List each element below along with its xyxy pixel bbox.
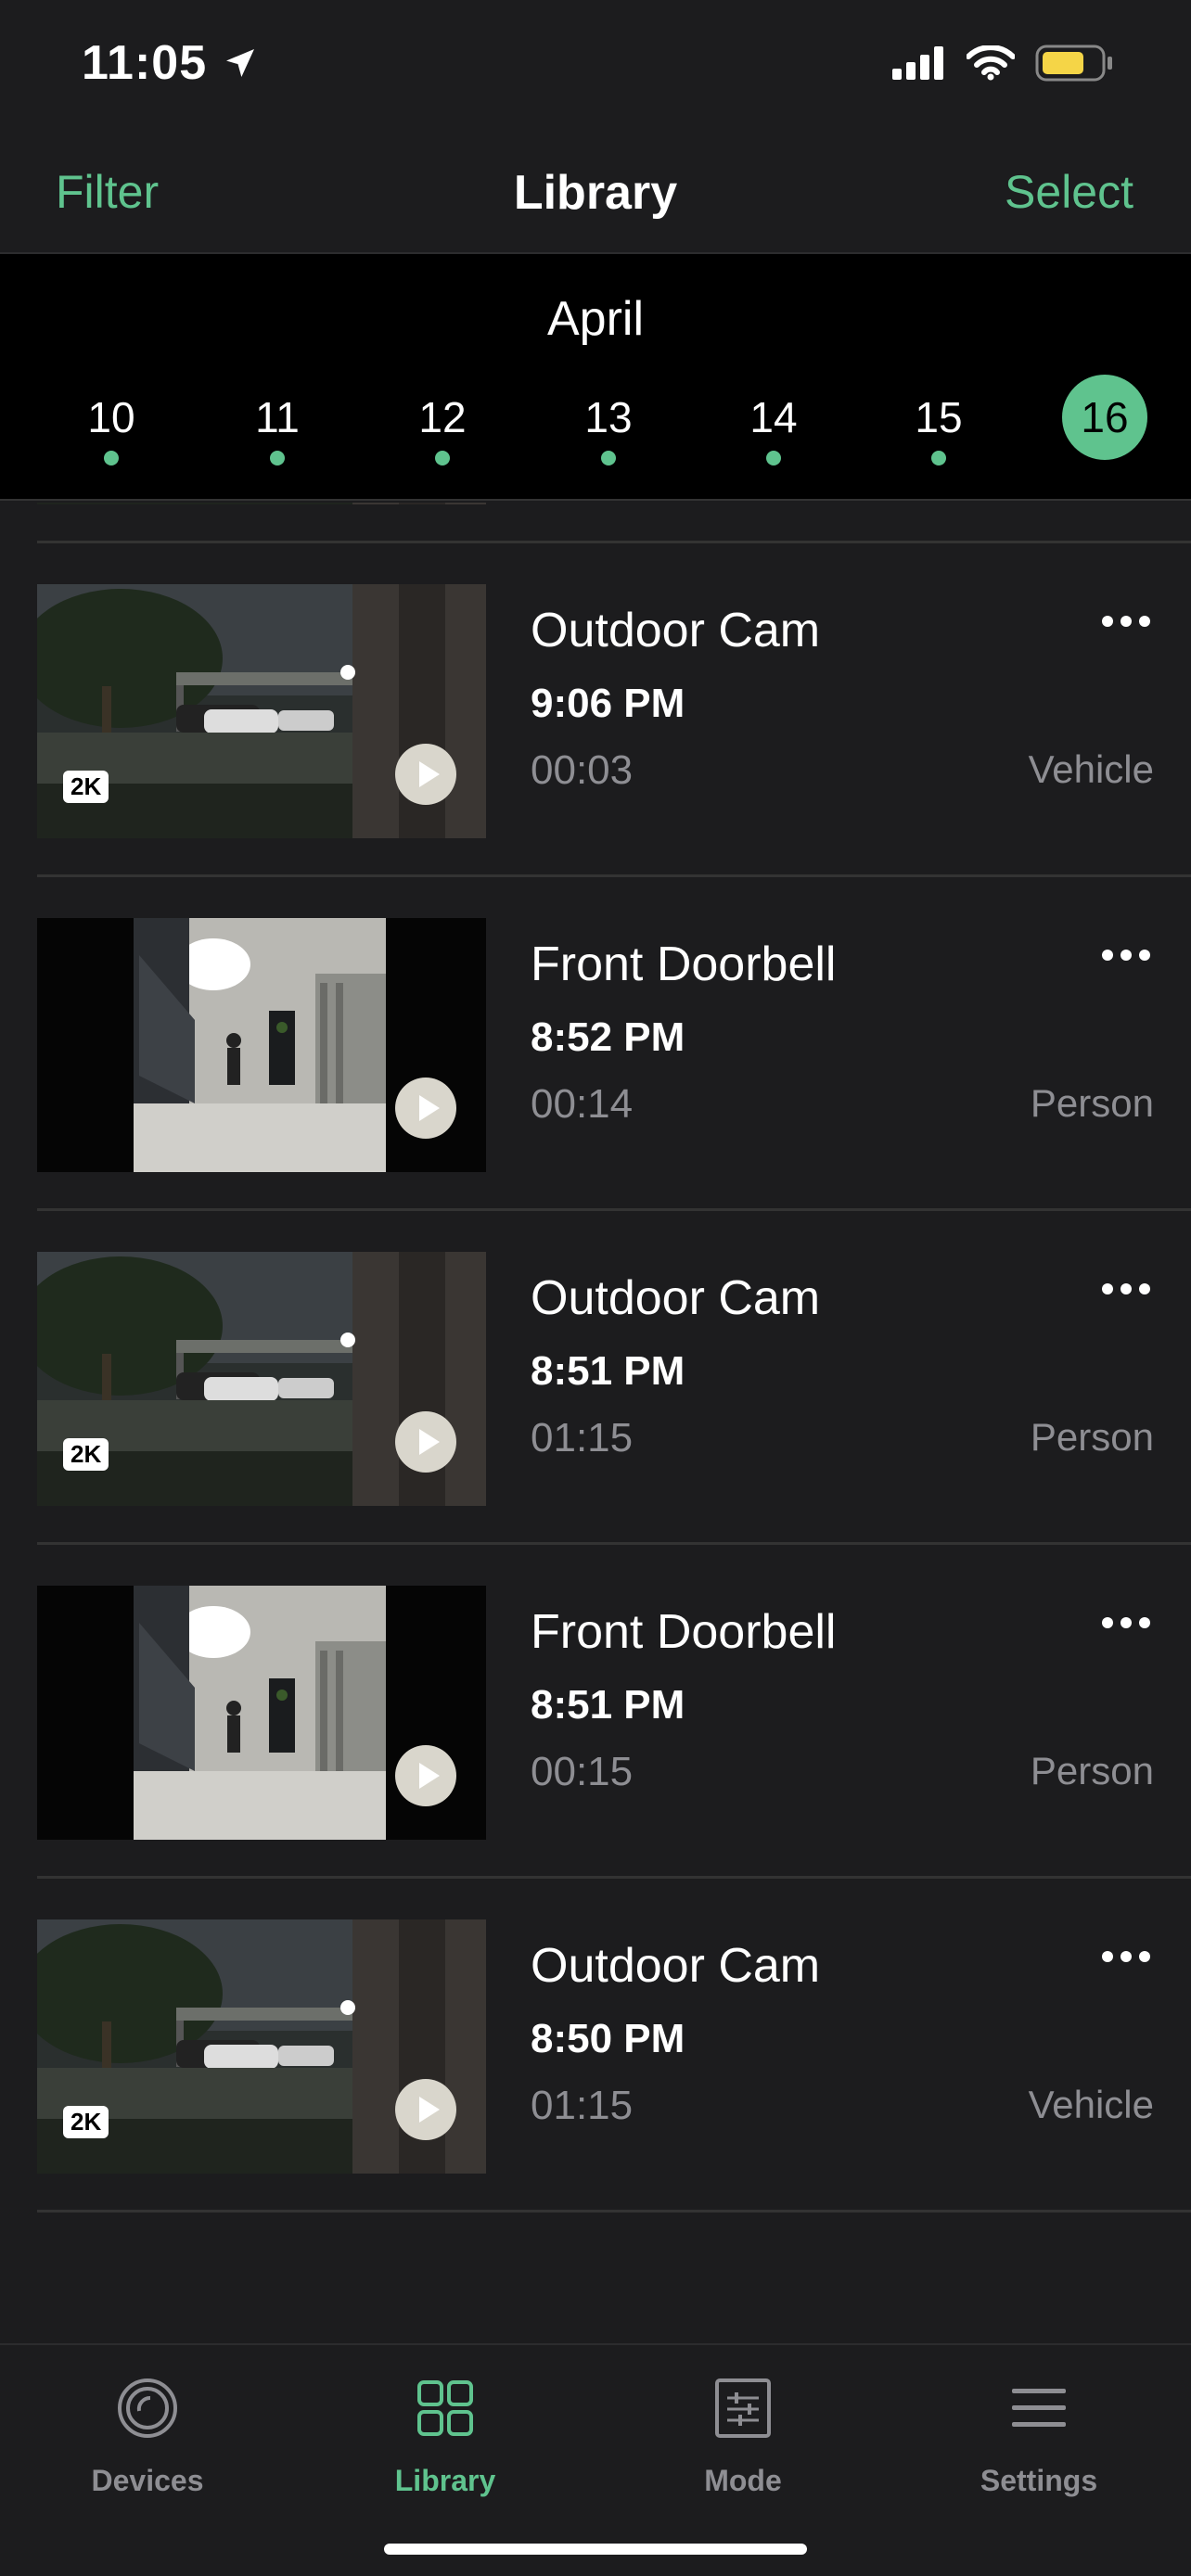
tab-label: Settings <box>980 2464 1098 2497</box>
event-type: Vehicle <box>1028 2083 1154 2126</box>
resolution-badge: 2K <box>63 2106 109 2138</box>
tab-label: Mode <box>704 2464 782 2497</box>
event-dot <box>104 451 119 465</box>
event-type: Vehicle <box>1028 747 1154 791</box>
play-icon[interactable] <box>395 1411 456 1473</box>
event-duration: 00:14 <box>531 1081 634 1127</box>
camera-name: Front Doorbell <box>531 937 837 991</box>
day-12[interactable]: 12 <box>396 391 489 465</box>
event-thumbnail[interactable]: 2K <box>37 1919 486 2174</box>
tab-label: Library <box>394 2464 496 2497</box>
day-14[interactable]: 14 <box>727 391 820 465</box>
play-icon[interactable] <box>395 1078 456 1139</box>
more-options-icon[interactable] <box>1102 616 1150 627</box>
status-bar: 11:05 <box>0 0 1191 139</box>
event-row[interactable]: Front Doorbell 8:52 PM 00:14 Person <box>0 877 1191 1211</box>
event-time: 8:51 PM <box>531 1682 685 1728</box>
tab-library[interactable]: Library <box>334 2371 557 2498</box>
event-type: Person <box>1030 1749 1154 1792</box>
select-button[interactable]: Select <box>1005 165 1133 219</box>
event-duration: 01:15 <box>531 1415 634 1460</box>
event-time: 8:51 PM <box>531 1348 685 1394</box>
camera-name: Outdoor Cam <box>531 604 821 657</box>
resolution-badge: 2K <box>63 771 109 803</box>
camera-name: Outdoor Cam <box>531 1939 821 1993</box>
event-dot <box>931 451 946 465</box>
camera-name: Front Doorbell <box>531 1605 837 1659</box>
event-time: 8:50 PM <box>531 2016 685 2061</box>
play-icon[interactable] <box>395 1745 456 1806</box>
more-options-icon[interactable] <box>1102 950 1150 961</box>
event-dot <box>270 451 285 465</box>
more-options-icon[interactable] <box>1102 1951 1150 1962</box>
event-duration: 00:03 <box>531 747 634 793</box>
event-list: 2K9:13 PM00:02Vehicle2KOutdoor Cam9:06 P… <box>0 503 1191 2343</box>
filter-button[interactable]: Filter <box>56 165 159 219</box>
tab-bar: Devices Library Mode Settings <box>0 2343 1191 2576</box>
day-15[interactable]: 15 <box>892 391 985 465</box>
event-thumbnail[interactable]: 2K <box>37 503 486 504</box>
more-options-icon[interactable] <box>1102 1283 1150 1294</box>
day-number: 10 <box>87 393 135 441</box>
event-type: Person <box>1030 1415 1154 1459</box>
event-row[interactable]: 2K Outdoor Cam 8:50 PM 01:15 Vehicle <box>0 1879 1191 2213</box>
event-row[interactable]: 2K Outdoor Cam 8:51 PM 01:15 Person <box>0 1211 1191 1545</box>
battery-icon <box>1035 45 1112 82</box>
day-number: 14 <box>749 393 798 441</box>
more-options-icon[interactable] <box>1102 1617 1150 1628</box>
camera-name: Outdoor Cam <box>531 1271 821 1325</box>
devices-icon <box>36 2371 259 2445</box>
event-dot <box>766 451 781 465</box>
day-number: 11 <box>255 393 300 441</box>
event-row[interactable]: 2K9:13 PM00:02Vehicle <box>0 503 1191 543</box>
tab-mode[interactable]: Mode <box>632 2371 854 2498</box>
event-thumbnail[interactable]: 2K <box>37 584 486 838</box>
mode-sliders-icon <box>632 2371 854 2445</box>
event-type: Person <box>1030 1081 1154 1125</box>
day-16[interactable]: 16 <box>1058 375 1151 460</box>
day-number: 16 <box>1062 375 1147 460</box>
wifi-icon <box>967 45 1015 81</box>
event-row[interactable]: 2K Outdoor Cam 9:06 PM 00:03 Vehicle <box>0 543 1191 877</box>
event-thumbnail[interactable] <box>37 918 486 1172</box>
day-number: 15 <box>915 393 963 441</box>
event-dot <box>601 451 616 465</box>
event-time: 9:06 PM <box>531 681 685 726</box>
library-grid-icon <box>334 2371 557 2445</box>
day-10[interactable]: 10 <box>65 391 158 465</box>
location-arrow-icon <box>226 49 255 77</box>
status-indicators <box>892 45 1113 82</box>
tab-label: Devices <box>91 2464 204 2497</box>
status-time: 11:05 <box>82 36 208 90</box>
event-duration: 00:15 <box>531 1749 634 1794</box>
play-icon[interactable] <box>395 2079 456 2140</box>
event-dot <box>435 451 450 465</box>
day-11[interactable]: 11 <box>231 391 324 465</box>
day-number: 12 <box>418 393 467 441</box>
home-indicator <box>384 2544 807 2555</box>
date-strip: April 10 11 12 13 14 15 16 <box>0 254 1191 501</box>
tab-settings[interactable]: Settings <box>928 2371 1150 2498</box>
cellular-signal-icon <box>892 46 943 80</box>
event-thumbnail[interactable] <box>37 1586 486 1840</box>
tab-devices[interactable]: Devices <box>36 2371 259 2498</box>
menu-lines-icon <box>928 2371 1150 2445</box>
event-time: 8:52 PM <box>531 1014 685 1060</box>
status-time-group: 11:05 <box>82 35 259 91</box>
navigation-bar: Filter Library Select <box>0 139 1191 254</box>
event-thumbnail[interactable]: 2K <box>37 1252 486 1506</box>
day-number: 13 <box>584 393 633 441</box>
event-duration: 01:15 <box>531 2083 634 2128</box>
day-13[interactable]: 13 <box>562 391 655 465</box>
resolution-badge: 2K <box>63 1438 109 1471</box>
month-label: April <box>546 292 645 346</box>
play-icon[interactable] <box>395 744 456 805</box>
event-row[interactable]: Front Doorbell 8:51 PM 00:15 Person <box>0 1545 1191 1879</box>
row-divider <box>37 2210 1191 2213</box>
